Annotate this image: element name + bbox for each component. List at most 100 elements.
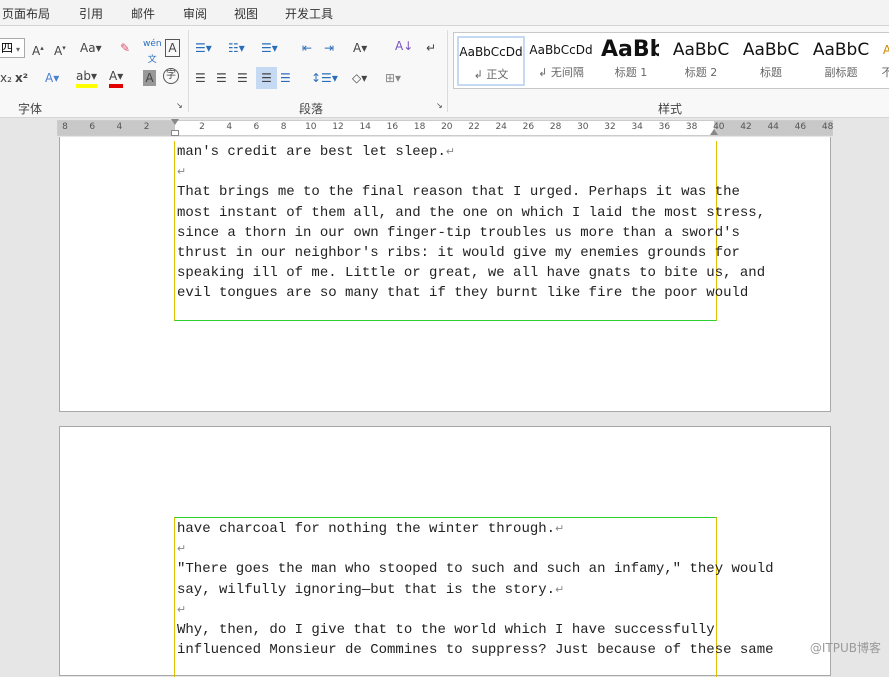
paragraph-mark-icon: ↵ — [555, 584, 565, 597]
text-line: Why, then, do I give that to the world w… — [175, 620, 716, 640]
style-heading-2[interactable]: AaBbC 标题 2 — [667, 36, 735, 86]
ruler-tick-label: 38 — [685, 122, 698, 132]
borders-icon[interactable]: ⊞▾ — [385, 70, 401, 86]
tab-developer[interactable]: 开发工具 — [285, 5, 333, 22]
text-line: have charcoal for nothing the winter thr… — [175, 519, 716, 539]
line-spacing-icon[interactable]: ↕☰▾ — [311, 70, 338, 86]
align-center-icon[interactable]: ☰ — [216, 70, 227, 86]
tab-mailings[interactable]: 邮件 — [131, 5, 155, 22]
subscript-icon[interactable]: x₂ — [0, 70, 12, 86]
tab-review[interactable]: 审阅 — [183, 5, 207, 22]
align-right-icon[interactable]: ☰ — [237, 70, 248, 86]
ruler-tick-label: 40 — [713, 122, 725, 132]
font-size-select[interactable]: 四 ▾ — [0, 38, 25, 58]
ruler-tick-label: 26 — [522, 122, 535, 132]
char-border-icon[interactable]: A — [165, 39, 180, 57]
ruler-tick-label: 20 — [441, 122, 453, 132]
ruler-tick-label: 12 — [332, 122, 344, 132]
style-no-spacing[interactable]: AaBbCcDd ↲ 无间隔 — [527, 36, 595, 86]
font-size-value: 四 — [1, 41, 14, 55]
first-line-indent-marker[interactable] — [171, 119, 179, 125]
highlight-icon[interactable]: ab▾ — [76, 68, 97, 88]
text-line: man's credit are best let sleep.↵ — [175, 142, 716, 162]
ruler-tick-label: 22 — [468, 122, 480, 132]
watermark: @ITPUB博客 — [809, 641, 881, 655]
numbering-icon[interactable]: ☷▾ — [228, 40, 245, 56]
text-line: "There goes the man who stooped to such … — [175, 559, 774, 579]
grow-font-icon[interactable]: A▴ — [32, 40, 44, 59]
text-line: ↵ — [175, 539, 716, 559]
ruler-tick-label: 16 — [386, 122, 399, 132]
paragraph-mark-icon: ↵ — [177, 544, 187, 557]
ruler-tick-label: 4 — [226, 122, 233, 132]
ruler-tick-label: 2 — [199, 122, 205, 132]
text-line-content: Why, then, do I give that to the world w… — [177, 621, 715, 638]
text-line-content: That brings me to the final reason that … — [177, 184, 740, 201]
shading-icon[interactable]: ◇▾ — [352, 70, 367, 86]
tab-view[interactable]: 视图 — [234, 5, 258, 22]
char-shading-icon[interactable]: A — [143, 70, 156, 86]
paragraph-dialog-launcher-icon[interactable]: ↘ — [436, 98, 443, 114]
decrease-indent-icon[interactable]: ⇤ — [302, 40, 312, 56]
style-title[interactable]: AaBbC 标题 — [737, 36, 805, 86]
text-frame-page-2[interactable]: have charcoal for nothing the winter thr… — [174, 517, 774, 677]
text-line-content: influenced Monsieur de Commines to suppr… — [177, 642, 774, 659]
paragraph-mark-icon: ↵ — [445, 147, 456, 159]
ruler-tick-label: 8 — [62, 122, 68, 132]
ruler-tick-label: 6 — [89, 122, 96, 132]
superscript-icon[interactable]: x² — [15, 70, 28, 86]
divider — [447, 30, 448, 112]
ribbon: 四 ▾ A▴ A▾ Aa▾ ✎ wén 文 A x₂ x² A▾ ab▾ A▾ A … — [0, 26, 889, 118]
text-line-content: evil tongues are so many that if they bu… — [177, 285, 749, 302]
justify-icon[interactable]: ☰ — [256, 67, 277, 89]
ruler-tick-label: 44 — [767, 122, 779, 132]
style-heading-1[interactable]: AaBb 标题 1 — [597, 36, 665, 86]
ruler-tick-label: 46 — [794, 122, 807, 132]
text-line: most instant of them all, and the one on… — [175, 203, 765, 223]
font-color-icon[interactable]: A▾ — [109, 68, 124, 88]
text-line: thrust in our neighbor's ribs: it would … — [175, 243, 740, 263]
styles-gallery: AaBbCcDd ↲ 正文 AaBbCcDd ↲ 无间隔 AaBb 标题 1 AaBb… — [453, 32, 889, 89]
sort-icon[interactable]: A↓ — [395, 38, 413, 54]
bullets-icon[interactable]: ☰▾ — [195, 40, 212, 56]
clear-format-icon[interactable]: ✎ — [120, 40, 130, 56]
increase-indent-icon[interactable]: ⇥ — [324, 40, 334, 56]
ruler-tick-label: 8 — [280, 122, 287, 132]
text-line: That brings me to the final reason that … — [175, 182, 740, 202]
enclose-char-icon[interactable]: 字 — [163, 68, 179, 84]
shrink-font-icon[interactable]: A▾ — [54, 40, 66, 59]
ruler-tick-label: 2 — [143, 122, 150, 132]
text-frame-page-1[interactable]: man's credit are best let sleep.↵ ↵ That b… — [174, 141, 765, 321]
group-label-paragraph: 段落 — [299, 102, 324, 116]
change-case-icon[interactable]: Aa▾ — [80, 40, 102, 56]
style-more[interactable]: A不 — [877, 36, 889, 86]
font-dialog-launcher-icon[interactable]: ↘ — [176, 98, 183, 114]
ruler-tick-label: 36 — [658, 122, 671, 132]
left-indent-marker[interactable] — [171, 130, 179, 136]
phonetic-guide-icon[interactable]: wén 文 — [143, 36, 162, 68]
paragraph-mark-icon: ↵ — [177, 604, 187, 617]
text-line: since a thorn in our own finger-tip trou… — [175, 223, 740, 243]
style-subtitle[interactable]: AaBbC 副标题 — [807, 36, 875, 86]
horizontal-ruler[interactable]: 8 6 4 2 2 4 6 8 10 12 14 16 18 20 22 24 26 28 30 32 34 36 38 40… — [57, 119, 834, 136]
align-left-icon[interactable]: ☰ — [195, 70, 206, 86]
ruler-tick-label: 48 — [821, 122, 834, 132]
asian-layout-icon[interactable]: A▾ — [353, 40, 367, 56]
multilevel-list-icon[interactable]: ☰▾ — [261, 40, 278, 56]
distributed-icon[interactable]: ☰ — [280, 70, 291, 86]
text-effect-icon[interactable]: A▾ — [45, 70, 59, 86]
paragraph-mark-icon: ↵ — [177, 167, 187, 180]
menu-bar: 页面布局 引用 邮件 审阅 视图 开发工具 — [0, 0, 889, 26]
text-line-content: have charcoal for nothing the winter thr… — [177, 521, 556, 537]
text-line: evil tongues are so many that if they bu… — [175, 283, 748, 303]
tab-references[interactable]: 引用 — [79, 5, 103, 22]
style-normal[interactable]: AaBbCcDd ↲ 正文 — [457, 36, 525, 86]
divider — [188, 30, 189, 112]
text-line-content: since a thorn in our own finger-tip trou… — [177, 224, 740, 241]
paragraph-mark-icon: ↵ — [555, 524, 565, 536]
tab-page-layout[interactable]: 页面布局 — [2, 5, 50, 22]
ruler-tick-label: 4 — [116, 122, 123, 132]
ruler-tick-label: 18 — [413, 122, 426, 132]
text-line: ↵ — [175, 162, 716, 182]
show-marks-icon[interactable]: ↵ — [426, 40, 436, 56]
